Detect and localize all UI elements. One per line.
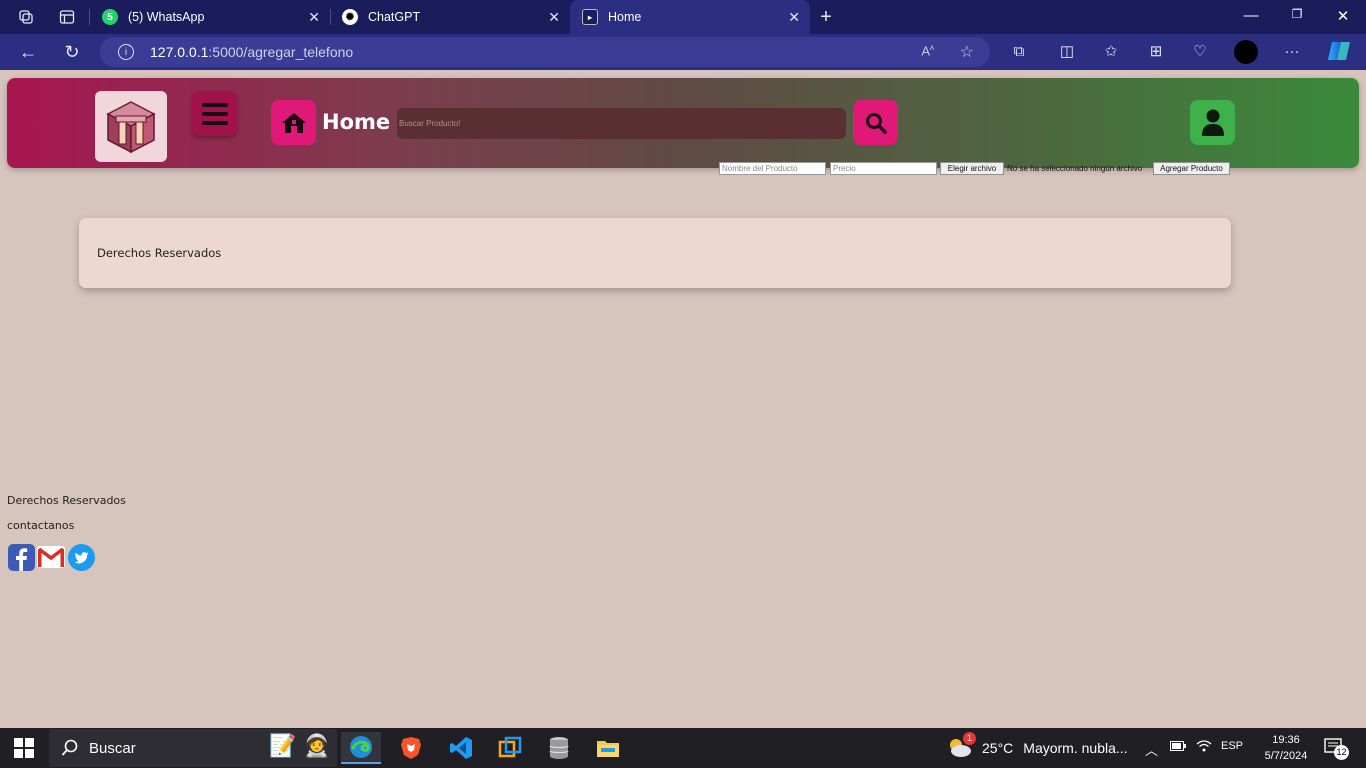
product-name-input[interactable] (719, 162, 826, 175)
page-title: Home (322, 110, 391, 134)
add-product-button[interactable]: Agregar Producto (1153, 162, 1230, 175)
battery-icon[interactable] (1170, 740, 1186, 754)
minimize-icon[interactable]: — (1241, 7, 1261, 24)
tab-label: (5) WhatsApp (128, 10, 205, 24)
split-screen-icon[interactable]: ◫ (1057, 43, 1077, 63)
edge-taskbar-icon[interactable] (341, 732, 381, 764)
footer-contact: contactanos (7, 519, 75, 532)
search-input[interactable] (397, 108, 846, 139)
taskbar-search[interactable]: Buscar 📝 🧑‍🚀 (49, 729, 337, 767)
content-card: Derechos Reservados (79, 218, 1231, 288)
cloudy-weather-icon: 1 (946, 732, 976, 760)
footer-rights: Derechos Reservados (7, 494, 126, 507)
wifi-icon[interactable] (1196, 740, 1212, 755)
url-host: 127.0.0.1 (150, 44, 209, 60)
hamburger-line (201, 120, 228, 125)
user-icon (1201, 109, 1224, 136)
weather-alert-badge: 1 (963, 732, 976, 745)
notifications-icon[interactable]: 12 (1324, 737, 1350, 762)
language-indicator[interactable]: ESP (1221, 740, 1243, 752)
favorite-star-icon[interactable]: ☆ (960, 42, 974, 62)
vscode-taskbar-icon[interactable] (441, 732, 481, 764)
weather-widget[interactable]: 1 25°C Mayorm. nubla... (946, 732, 1128, 760)
site-logo[interactable] (95, 91, 167, 162)
windows-start-icon[interactable] (14, 738, 34, 763)
tab-whatsapp[interactable]: 5 (5) WhatsApp ✕ (90, 0, 330, 34)
refresh-icon[interactable]: ↻ (61, 42, 83, 64)
extensions-icon[interactable]: ⧉ (1009, 43, 1029, 63)
social-links (7, 543, 95, 571)
tray-chevron-icon[interactable]: ︿ (1145, 740, 1158, 759)
copilot-icon[interactable] (1326, 39, 1352, 65)
hamburger-line (201, 102, 228, 107)
clock-time: 19:36 (1272, 734, 1300, 746)
file-explorer-taskbar-icon[interactable] (588, 732, 628, 764)
chatgpt-icon: ✺ (342, 9, 358, 25)
choose-file-button[interactable]: Elegir archivo (940, 162, 1004, 175)
favorites-icon[interactable]: ✩ (1101, 43, 1121, 63)
workspaces-icon[interactable] (17, 8, 35, 26)
search-icon (61, 739, 78, 756)
browser-essentials-icon[interactable]: ♡ (1190, 43, 1210, 63)
profile-avatar[interactable] (1234, 40, 1258, 64)
search-highlight-figure-icon: 🧑‍🚀 (303, 733, 331, 758)
close-tab-icon[interactable]: ✕ (548, 9, 560, 26)
tab-actions-icon[interactable] (58, 8, 76, 26)
taskbar-clock[interactable]: 19:36 5/7/2024 (1255, 732, 1317, 764)
close-tab-icon[interactable]: ✕ (308, 9, 320, 26)
price-input[interactable] (830, 162, 937, 175)
restore-icon[interactable]: ❐ (1287, 7, 1307, 21)
tab-chatgpt[interactable]: ✺ ChatGPT ✕ (330, 0, 570, 34)
notification-count-badge: 12 (1334, 745, 1349, 760)
menu-button[interactable] (192, 91, 237, 136)
address-bar[interactable]: i 127.0.0.1:5000/agregar_telefono Aʌ ☆ (100, 37, 990, 67)
logo-emblem (106, 100, 156, 153)
close-tab-icon[interactable]: ✕ (788, 9, 800, 26)
gmail-icon[interactable] (37, 543, 65, 571)
url-path: :5000/agregar_telefono (208, 44, 354, 60)
search-button[interactable] (853, 100, 898, 145)
taskbar-search-label: Buscar (89, 739, 136, 757)
read-aloud-icon[interactable]: Aʌ (921, 43, 934, 58)
card-text: Derechos Reservados (97, 246, 222, 260)
weather-temp: 25°C (982, 740, 1014, 756)
page-viewport: Home Elegir archivo No se ha seleccionad… (0, 70, 1366, 728)
brave-taskbar-icon[interactable] (391, 732, 431, 764)
virtualbox-taskbar-icon[interactable] (490, 732, 530, 764)
new-tab-icon[interactable]: + (817, 6, 835, 28)
site-info-icon[interactable]: i (118, 44, 134, 60)
search-highlight-icon: 📝 (269, 733, 297, 758)
terminal-icon: ▸ (582, 9, 598, 25)
tab-home[interactable]: ▸ Home ✕ (570, 0, 810, 34)
collections-icon[interactable]: ⊞ (1146, 43, 1166, 63)
twitter-icon[interactable] (67, 543, 95, 571)
database-taskbar-icon[interactable] (539, 732, 579, 764)
site-footer: Derechos Reservados contactanos (7, 494, 126, 544)
home-button[interactable] (271, 100, 316, 145)
whatsapp-icon: 5 (102, 9, 118, 25)
more-menu-icon[interactable]: ··· (1282, 43, 1302, 63)
address-toolbar: ← ↻ i 127.0.0.1:5000/agregar_telefono Aʌ… (0, 34, 1366, 70)
weather-desc: Mayorm. nubla... (1023, 740, 1128, 756)
tab-label: Home (608, 10, 642, 24)
add-product-form: Elegir archivo No se ha seleccionado nin… (0, 162, 1366, 176)
user-account-button[interactable] (1190, 100, 1235, 145)
file-status-text: No se ha seleccionado ningún archivo (1007, 164, 1143, 173)
facebook-icon[interactable] (7, 543, 35, 571)
close-window-icon[interactable]: ✕ (1333, 7, 1353, 25)
house-icon (281, 112, 306, 133)
hamburger-line (201, 111, 228, 116)
site-header: Home (7, 78, 1359, 168)
browser-tab-bar: 5 (5) WhatsApp ✕ ✺ ChatGPT ✕ ▸ Home ✕ + … (0, 0, 1366, 34)
back-icon[interactable]: ← (17, 42, 39, 64)
search-icon (865, 112, 887, 134)
tab-label: ChatGPT (368, 10, 421, 24)
clock-date: 5/7/2024 (1264, 750, 1308, 762)
os-taskbar: Buscar 📝 🧑‍🚀 1 25°C Mayorm. nubla... ︿ E… (0, 728, 1366, 768)
